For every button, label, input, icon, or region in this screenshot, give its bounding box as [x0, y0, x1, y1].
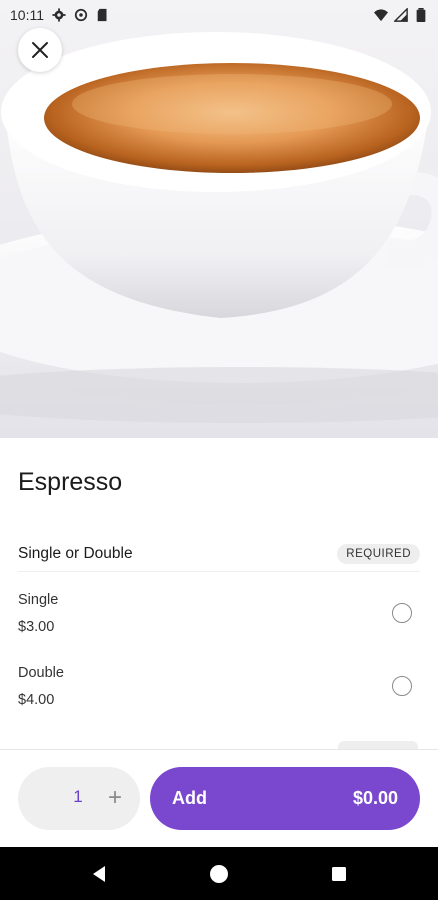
nav-recents-button[interactable] — [326, 861, 352, 887]
option-single[interactable]: Single $3.00 — [18, 592, 420, 652]
system-navigation-bar — [0, 847, 438, 900]
sd-card-icon — [97, 8, 107, 22]
add-to-cart-button[interactable]: Add $0.00 — [150, 767, 420, 830]
option-name: Single — [18, 592, 59, 608]
option-double[interactable]: Double $4.00 — [18, 665, 420, 725]
option-name: Double — [18, 665, 64, 681]
next-modifier-group-peek — [0, 741, 438, 749]
status-time: 10:11 — [10, 7, 44, 23]
home-icon — [210, 865, 228, 883]
add-button-total: $0.00 — [352, 788, 398, 808]
back-icon — [93, 866, 105, 882]
add-button-label: Add — [172, 788, 207, 808]
plus-icon: + — [107, 784, 122, 811]
quantity-value: 1 — [73, 787, 83, 806]
espresso-cup-illustration — [0, 32, 438, 423]
nav-back-button[interactable] — [86, 861, 112, 887]
next-group-badge — [338, 741, 418, 749]
sync-icon — [74, 8, 88, 22]
product-title: Espresso — [18, 468, 123, 496]
status-bar: 10:11 — [0, 0, 438, 30]
option-double-radio[interactable] — [392, 676, 412, 696]
modifier-group-label: Single or Double — [18, 544, 133, 562]
quantity-stepper: 1 + — [18, 767, 140, 830]
increment-button[interactable]: + — [102, 785, 128, 811]
recents-icon — [332, 867, 346, 881]
option-price: $4.00 — [18, 692, 55, 708]
battery-icon — [416, 8, 426, 22]
wifi-icon — [374, 9, 388, 22]
option-single-radio[interactable] — [392, 603, 412, 623]
close-icon — [32, 42, 48, 58]
option-price: $3.00 — [18, 619, 55, 635]
product-hero-image — [0, 0, 438, 438]
nav-home-button[interactable] — [206, 861, 232, 887]
action-bar: 1 + Add $0.00 — [0, 749, 438, 848]
gear-icon — [52, 8, 66, 22]
close-button[interactable] — [18, 28, 62, 72]
signal-icon — [394, 8, 408, 22]
modifier-group-header: Single or Double REQUIRED — [18, 536, 420, 572]
required-badge: REQUIRED — [337, 543, 420, 564]
